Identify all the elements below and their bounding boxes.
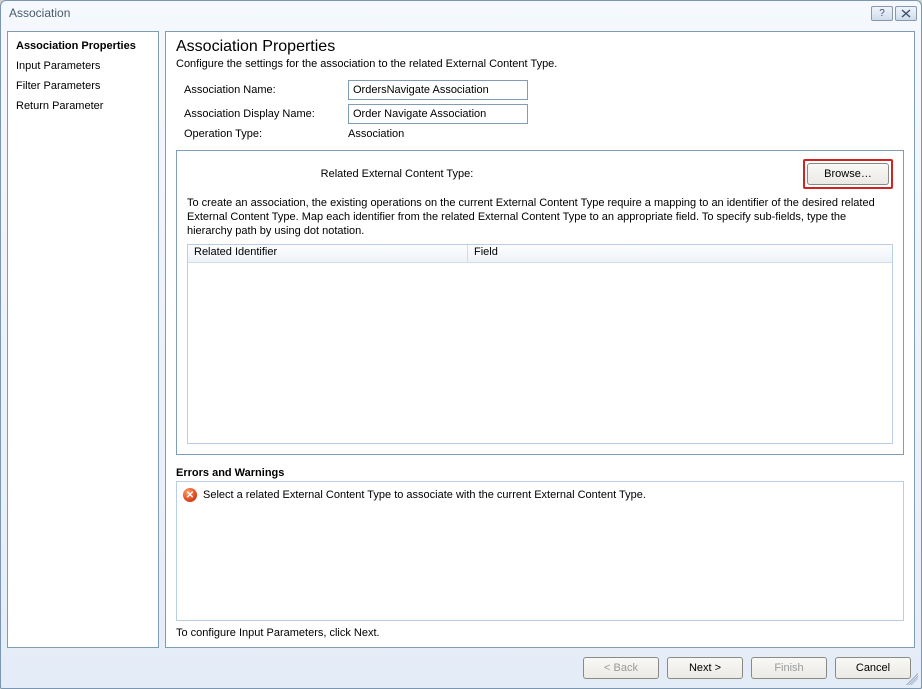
main-area: Association Properties Input Parameters …: [1, 25, 921, 648]
cancel-button[interactable]: Cancel: [835, 657, 911, 679]
dialog-window: Association ? Association Properties Inp…: [0, 0, 922, 689]
errors-heading: Errors and Warnings: [176, 467, 904, 479]
grid-header: Related Identifier Field: [188, 245, 892, 263]
sidebar-item-filter-parameters[interactable]: Filter Parameters: [8, 76, 158, 96]
page-subtitle: Configure the settings for the associati…: [176, 58, 904, 70]
resize-grip-icon[interactable]: [906, 673, 918, 685]
finish-button[interactable]: Finish: [751, 657, 827, 679]
assoc-display-input[interactable]: [348, 104, 528, 124]
form-row-assoc-display: Association Display Name:: [176, 102, 904, 126]
related-panel: Related External Content Type: Browse… T…: [176, 150, 904, 455]
grid-col-field[interactable]: Field: [468, 245, 892, 262]
back-button[interactable]: < Back: [583, 657, 659, 679]
assoc-name-label: Association Name:: [184, 84, 348, 96]
op-type-value: Association: [348, 128, 404, 140]
page-title: Association Properties: [176, 38, 904, 56]
errors-box: ✕ Select a related External Content Type…: [176, 481, 904, 621]
close-button[interactable]: [895, 6, 917, 21]
error-text: Select a related External Content Type t…: [203, 489, 646, 501]
next-button[interactable]: Next >: [667, 657, 743, 679]
help-button[interactable]: ?: [871, 6, 893, 21]
window-title: Association: [9, 6, 70, 20]
content-panel: Association Properties Configure the set…: [165, 31, 915, 648]
close-icon: [901, 9, 911, 18]
assoc-name-input[interactable]: [348, 80, 528, 100]
op-type-label: Operation Type:: [184, 128, 348, 140]
identifier-grid: Related Identifier Field: [187, 244, 893, 444]
assoc-display-label: Association Display Name:: [184, 108, 348, 120]
error-icon: ✕: [183, 488, 197, 502]
browse-highlight: Browse…: [803, 159, 893, 189]
bottom-hint: To configure Input Parameters, click Nex…: [176, 621, 904, 641]
form-row-assoc-name: Association Name:: [176, 78, 904, 102]
titlebar: Association ?: [1, 1, 921, 25]
error-row: ✕ Select a related External Content Type…: [183, 486, 897, 504]
related-description: To create an association, the existing o…: [187, 197, 893, 238]
browse-button[interactable]: Browse…: [807, 163, 889, 185]
form-row-op-type: Operation Type: Association: [176, 126, 904, 142]
sidebar-item-input-parameters[interactable]: Input Parameters: [8, 56, 158, 76]
sidebar-item-return-parameter[interactable]: Return Parameter: [8, 96, 158, 116]
grid-body: [188, 263, 892, 443]
grid-col-related[interactable]: Related Identifier: [188, 245, 468, 262]
related-top-row: Related External Content Type: Browse…: [187, 159, 893, 189]
button-bar: < Back Next > Finish Cancel: [1, 648, 921, 688]
sidebar-item-association-properties[interactable]: Association Properties: [8, 36, 158, 56]
related-label: Related External Content Type:: [187, 168, 607, 180]
help-icon: ?: [879, 8, 885, 19]
sidebar: Association Properties Input Parameters …: [7, 31, 159, 648]
